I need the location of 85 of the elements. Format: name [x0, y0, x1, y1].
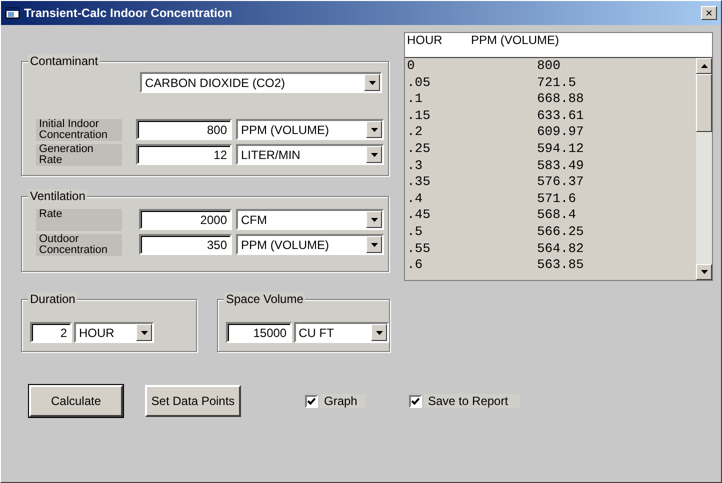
list-cell-text: .05: [407, 74, 432, 92]
dropdown-field[interactable]: CFM: [236, 209, 384, 230]
input-field[interactable]: 800: [136, 119, 232, 140]
input-field[interactable]: 12: [136, 144, 232, 165]
field-label: Outdoor Concentration: [36, 234, 122, 256]
list-cell: 721.5: [537, 74, 576, 92]
list-cell: 800: [537, 58, 560, 75]
list-cell: 576.37: [537, 174, 584, 191]
dropdown-button[interactable]: [366, 211, 382, 228]
dropdown-button[interactable]: [366, 236, 382, 253]
close-button[interactable]: ×: [701, 6, 717, 20]
dropdown-field[interactable]: PPM (VOLUME): [236, 234, 384, 255]
list-cell-text: .3: [407, 158, 424, 174]
list-cell: 609.97: [537, 124, 584, 141]
dropdown-field[interactable]: LITER/MIN: [236, 144, 384, 165]
down-arrow-icon: [700, 270, 708, 274]
dropdown-value: LITER/MIN: [241, 146, 300, 164]
dropdown-button[interactable]: [371, 324, 387, 341]
dropdown-arrow-icon: [370, 152, 378, 156]
list-cell-text: 0: [407, 58, 416, 75]
dropdown-button[interactable]: [366, 121, 382, 138]
list-cell-text: .1: [407, 91, 424, 108]
checkbox-label: Save to Report: [424, 394, 520, 408]
scroll-down-button[interactable]: [696, 264, 712, 280]
list-cell: 583.49: [537, 158, 584, 174]
list-cell: 668.88: [537, 91, 584, 108]
push-button[interactable]: Calculate: [29, 385, 123, 417]
dropdown-arrow-icon: [140, 330, 148, 334]
checkbox[interactable]: [305, 394, 318, 408]
list-cell: 571.6: [537, 190, 576, 208]
dropdown-arrow-icon: [370, 218, 378, 222]
checkbox-label: Graph: [320, 394, 366, 408]
dropdown-button[interactable]: [366, 146, 382, 163]
list-cell: 563.85: [537, 257, 584, 274]
input-field[interactable]: 350: [139, 234, 232, 255]
list-cell-text: .25: [407, 140, 432, 158]
dropdown-value: CARBON DIOXIDE (CO2): [145, 74, 286, 92]
group-title: Contaminant: [28, 54, 100, 68]
list-cell-text: .35: [407, 174, 432, 191]
column-header: HOUR: [407, 33, 444, 49]
dropdown-button[interactable]: [364, 74, 380, 91]
scroll-up-button[interactable]: [696, 58, 712, 74]
column-header: PPM (VOLUME): [471, 33, 560, 49]
list-cell-text: .45: [407, 207, 432, 224]
checkbox[interactable]: [409, 394, 422, 408]
dropdown-arrow-icon: [376, 330, 382, 334]
list-cell-text: .55: [407, 240, 432, 258]
dropdown-value: PPM (VOLUME): [241, 122, 330, 138]
list-cell: 564.82: [537, 240, 584, 258]
dropdown-field[interactable]: HOUR: [74, 322, 154, 343]
dropdown-button[interactable]: [136, 324, 152, 341]
dropdown-field[interactable]: PPM (VOLUME): [236, 119, 384, 140]
list-cell-text: .2: [407, 124, 424, 141]
list-cell-text: .15: [407, 108, 432, 124]
up-arrow-icon: [700, 64, 708, 68]
dropdown-value: PPM (VOLUME): [241, 236, 330, 254]
dropdown-arrow-icon: [370, 128, 378, 132]
group-title: Space Volume: [224, 292, 306, 306]
window-title: Transient-Calc Indoor Concentration: [24, 5, 232, 22]
list-cell-text: .5: [407, 224, 424, 241]
field-label: Initial Indoor Concentration: [36, 119, 122, 141]
list-cell: 594.12: [537, 140, 584, 158]
group-title: Duration: [28, 292, 78, 306]
dropdown-value: CU FT: [298, 324, 334, 342]
dropdown-value: HOUR: [79, 324, 114, 342]
dropdown-arrow-icon: [370, 242, 378, 246]
input-field[interactable]: 2: [30, 322, 72, 343]
push-button[interactable]: Set Data Points: [145, 385, 241, 417]
list-cell-text: .6: [407, 257, 424, 274]
dropdown-arrow-icon: [368, 80, 376, 84]
field-label: Generation Rate: [36, 144, 122, 166]
input-field[interactable]: 15000: [226, 322, 292, 343]
list-cell: 633.61: [537, 108, 584, 124]
field-label: Rate: [36, 209, 122, 231]
app-icon: [5, 6, 21, 20]
input-field[interactable]: 2000: [139, 209, 232, 230]
dropdown-field[interactable]: CARBON DIOXIDE (CO2): [140, 72, 382, 93]
scroll-thumb[interactable]: [696, 74, 712, 132]
scrollbar[interactable]: [696, 58, 712, 280]
list-cell: 566.25: [537, 224, 584, 241]
group-title: Ventilation: [28, 189, 88, 203]
dropdown-value: CFM: [241, 212, 267, 228]
list-cell: 568.4: [537, 207, 576, 224]
list-cell-text: .4: [407, 190, 424, 208]
dropdown-field[interactable]: CU FT: [294, 322, 389, 343]
